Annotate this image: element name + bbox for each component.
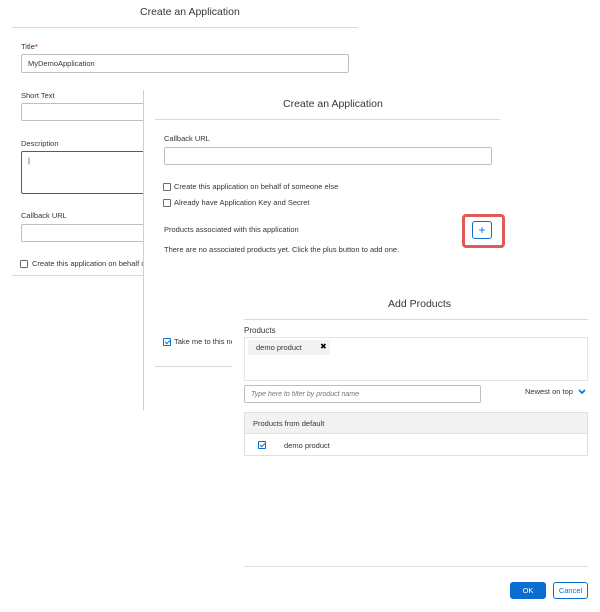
take-me-checkbox[interactable] [163, 338, 171, 346]
title-label-text: Title [21, 42, 35, 51]
add-products-title: Add Products [388, 298, 452, 310]
list-item-checkbox[interactable] [258, 441, 266, 449]
back-form-bottom-divider [12, 275, 144, 276]
mid-form-title-divider [155, 119, 500, 120]
products-label: Products [244, 326, 276, 335]
cancel-button[interactable]: Cancel [553, 582, 588, 599]
add-product-button[interactable]: + [472, 221, 492, 239]
back-on-behalf-label: Create this application on behalf o [32, 259, 146, 268]
group-header: Products from default [245, 413, 587, 434]
on-behalf-label: Create this application on behalf of som… [174, 182, 339, 191]
add-products-title-divider [244, 319, 588, 320]
sort-label: Newest on top [525, 387, 573, 396]
group-header-label: Products from default [253, 419, 325, 428]
mid-form-bottom-divider [155, 366, 235, 367]
product-token-label: demo product [256, 343, 302, 352]
back-form-title: Create an Application [140, 6, 240, 18]
short-text-label: Short Text [21, 91, 55, 100]
on-behalf-checkbox[interactable] [163, 183, 171, 191]
chevron-down-icon [578, 389, 586, 395]
title-label: Title* [21, 42, 38, 51]
title-input[interactable]: MyDemoApplication [21, 54, 349, 73]
back-on-behalf-checkbox[interactable] [20, 260, 28, 268]
product-token[interactable]: demo product ✖ [248, 340, 330, 355]
required-mark: * [34, 42, 38, 51]
back-callback-url-label: Callback URL [21, 211, 67, 220]
back-callback-url-input[interactable] [21, 224, 161, 242]
short-text-input[interactable] [21, 103, 161, 121]
take-me-label: Take me to this ne [174, 337, 235, 346]
title-input-value: MyDemoApplication [28, 59, 95, 68]
remove-token-icon[interactable]: ✖ [320, 342, 327, 351]
have-key-label: Already have Application Key and Secret [174, 198, 310, 207]
dialog-footer-divider [244, 566, 588, 567]
mid-form-title: Create an Application [283, 98, 383, 110]
description-cursor: | [28, 156, 30, 165]
list-item[interactable]: demo product [245, 434, 587, 455]
callback-url-input[interactable] [164, 147, 492, 165]
back-form-title-divider [12, 27, 358, 28]
callback-url-label: Callback URL [164, 134, 210, 143]
description-label: Description [21, 139, 59, 148]
sort-dropdown[interactable]: Newest on top [525, 387, 586, 396]
list-item-label: demo product [284, 441, 330, 450]
products-associated-label: Products associated with this applicatio… [164, 225, 299, 234]
filter-input[interactable] [244, 385, 481, 403]
products-list: Products from default demo product [244, 412, 588, 456]
no-products-message: There are no associated products yet. Cl… [164, 245, 400, 254]
ok-button[interactable]: OK [510, 582, 546, 599]
have-key-checkbox[interactable] [163, 199, 171, 207]
plus-icon: + [478, 223, 486, 237]
description-textarea[interactable]: | [21, 151, 161, 194]
